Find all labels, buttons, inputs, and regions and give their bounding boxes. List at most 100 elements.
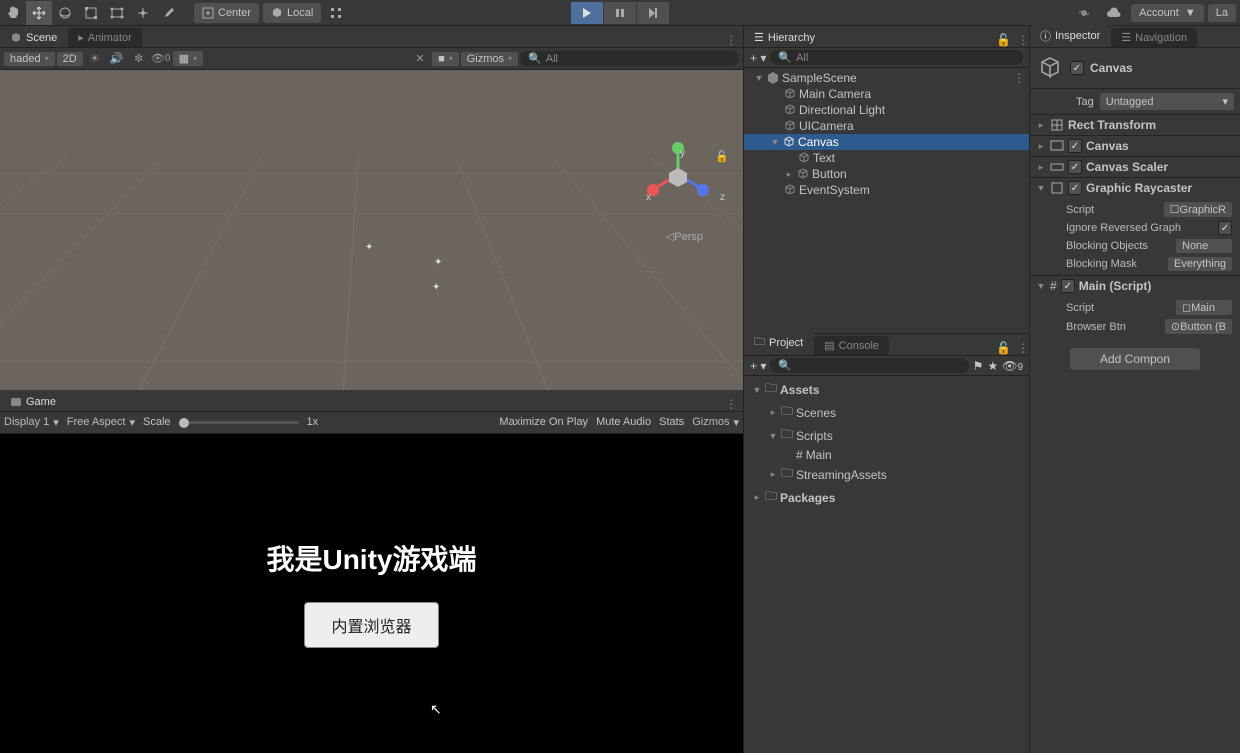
rotate-tool-icon[interactable] (52, 1, 78, 25)
panel-context-icon[interactable]: ⋮ (1017, 341, 1029, 355)
scene-viewport[interactable]: ✦ ✦ ✦ y x z 🔓 ◁Persp (0, 70, 743, 390)
hierarchy-item[interactable]: EventSystem (744, 182, 1029, 198)
object-name[interactable]: Canvas (1090, 61, 1133, 75)
game-gizmos-dropdown[interactable]: Gizmos ▾ (692, 416, 739, 429)
project-folder[interactable]: ▸🗀Scenes (744, 401, 1029, 424)
pause-button[interactable] (604, 2, 636, 24)
shading-dropdown[interactable]: haded▾ (4, 52, 55, 66)
filter-icon[interactable]: ⚑ (973, 359, 984, 373)
tab-project[interactable]: 🗀Project (744, 330, 813, 355)
play-button[interactable] (571, 2, 603, 24)
step-button[interactable] (637, 2, 669, 24)
component-header[interactable]: ▸✓Canvas (1030, 136, 1240, 156)
blocking-mask-dropdown[interactable]: Everything (1168, 257, 1232, 271)
game-context-icon[interactable]: ⋮ (719, 397, 743, 411)
browser-button[interactable]: 内置浏览器 (304, 602, 438, 648)
game-viewport[interactable]: 我是Unity游戏端 内置浏览器 ↖ (0, 434, 743, 753)
hand-tool-icon[interactable] (0, 1, 26, 25)
hierarchy-item-canvas[interactable]: ▼Canvas (744, 134, 1029, 150)
ignore-reversed-checkbox[interactable]: ✓ (1218, 221, 1232, 235)
component-header[interactable]: ▼✓Graphic Raycaster (1030, 178, 1240, 198)
tab-scene[interactable]: Scene (0, 29, 67, 47)
hierarchy-tab-row: ☰Hierarchy 🔓 ⋮ (744, 26, 1029, 48)
tab-console[interactable]: ▤Console (814, 336, 889, 355)
create-dropdown[interactable]: + ▾ (750, 51, 766, 65)
scene-node[interactable]: ▼SampleScene⋮ (744, 70, 1029, 86)
display-dropdown[interactable]: Display 1 ▾ (4, 416, 59, 429)
stats-toggle[interactable]: Stats (659, 416, 684, 428)
component-checkbox[interactable]: ✓ (1068, 139, 1082, 153)
scene-context-icon[interactable]: ⋮ (719, 33, 743, 47)
scene-search[interactable]: 🔍All (520, 51, 739, 66)
component-checkbox[interactable]: ✓ (1068, 160, 1082, 174)
add-component-button[interactable]: Add Compon (1070, 348, 1200, 370)
component-header[interactable]: ▸Rect Transform (1030, 115, 1240, 135)
component-header[interactable]: ▸✓Canvas Scaler (1030, 157, 1240, 177)
audio-icon[interactable]: 🔊 (107, 50, 127, 68)
scale-tool-icon[interactable] (78, 1, 104, 25)
hierarchy-item[interactable]: Text (744, 150, 1029, 166)
hierarchy-item[interactable]: ▸Button (744, 166, 1029, 182)
tab-game[interactable]: Game (0, 393, 66, 411)
gizmos-dropdown[interactable]: Gizmos▾ (461, 52, 518, 66)
scene-gizmo-dot: ✦ (365, 242, 373, 253)
active-checkbox[interactable]: ✓ (1070, 61, 1084, 75)
tab-inspector[interactable]: ⓘInspector (1030, 25, 1110, 47)
project-file[interactable]: #Main (744, 447, 1029, 463)
fx-icon[interactable]: ✼ (129, 50, 149, 68)
layers-dropdown[interactable]: La (1208, 4, 1236, 22)
project-search[interactable]: 🔍 (770, 358, 968, 373)
custom-tool-icon[interactable] (156, 1, 182, 25)
project-folder[interactable]: ▸🗀StreamingAssets (744, 463, 1029, 486)
camera-dropdown[interactable]: ▦▾ (173, 51, 203, 66)
transform-tool-icon[interactable] (130, 1, 156, 25)
perspective-label[interactable]: ◁Persp (666, 230, 703, 243)
space-toggle[interactable]: Local (263, 3, 321, 23)
assets-folder[interactable]: ▼🗀Assets (744, 378, 1029, 401)
maximize-on-play[interactable]: Maximize On Play (499, 416, 588, 428)
lock-icon[interactable]: 🔓 (996, 341, 1011, 355)
lock-icon[interactable]: 🔓 (996, 33, 1011, 47)
hierarchy-item[interactable]: UICamera (744, 118, 1029, 134)
packages-folder[interactable]: ▸🗀Packages (744, 486, 1029, 509)
pivot-toggle[interactable]: Center (194, 3, 259, 23)
hidden-icon[interactable]: 👁0 (151, 50, 171, 68)
snap-tool-icon[interactable] (323, 1, 349, 25)
collab-icon[interactable] (1071, 1, 1097, 25)
hierarchy-search[interactable]: 🔍All (770, 50, 1023, 65)
scale-slider[interactable] (179, 421, 299, 424)
component-header[interactable]: ▼#✓Main (Script) (1030, 276, 1240, 296)
browser-btn-field[interactable]: ⊙Button (B (1165, 319, 1232, 334)
tab-navigation[interactable]: ☰Navigation (1111, 28, 1197, 47)
tools-icon[interactable]: ✕ (410, 50, 430, 68)
hierarchy-item[interactable]: Main Camera (744, 86, 1029, 102)
animator-icon: ▸ (78, 31, 84, 44)
rect-tool-icon[interactable] (104, 1, 130, 25)
create-dropdown[interactable]: + ▾ (750, 359, 766, 373)
hidden-icon[interactable]: 👁9 (1002, 359, 1023, 373)
node-context-icon[interactable]: ⋮ (1013, 71, 1025, 85)
tab-hierarchy[interactable]: ☰Hierarchy (744, 28, 825, 47)
favorite-icon[interactable]: ★ (987, 359, 998, 373)
lighting-icon[interactable]: ☀ (85, 50, 105, 68)
blocking-objects-dropdown[interactable]: None (1176, 239, 1232, 253)
aspect-dropdown[interactable]: Free Aspect ▾ (67, 416, 135, 429)
move-tool-icon[interactable] (26, 1, 52, 25)
component-checkbox[interactable]: ✓ (1068, 181, 1082, 195)
panel-context-icon[interactable]: ⋮ (1017, 33, 1029, 47)
script-field[interactable]: ☐GraphicR (1164, 202, 1232, 217)
account-dropdown[interactable]: Account▼ (1131, 4, 1204, 22)
view-dropdown[interactable]: ■▾ (432, 52, 459, 66)
2d-toggle[interactable]: 2D (57, 52, 83, 66)
mute-audio[interactable]: Mute Audio (596, 416, 651, 428)
lock-icon[interactable]: 🔓 (715, 150, 729, 163)
tag-dropdown[interactable]: Untagged▾ (1100, 93, 1234, 110)
tab-animator[interactable]: ▸Animator (68, 28, 142, 47)
graphic-raycaster-component: ▼✓Graphic Raycaster Script☐GraphicR Igno… (1030, 177, 1240, 275)
script-field[interactable]: ◻Main (1176, 300, 1232, 315)
orientation-gizmo[interactable] (643, 140, 713, 210)
hierarchy-item[interactable]: Directional Light (744, 102, 1029, 118)
project-folder[interactable]: ▼🗀Scripts (744, 424, 1029, 447)
component-checkbox[interactable]: ✓ (1061, 279, 1075, 293)
cloud-icon[interactable] (1101, 1, 1127, 25)
